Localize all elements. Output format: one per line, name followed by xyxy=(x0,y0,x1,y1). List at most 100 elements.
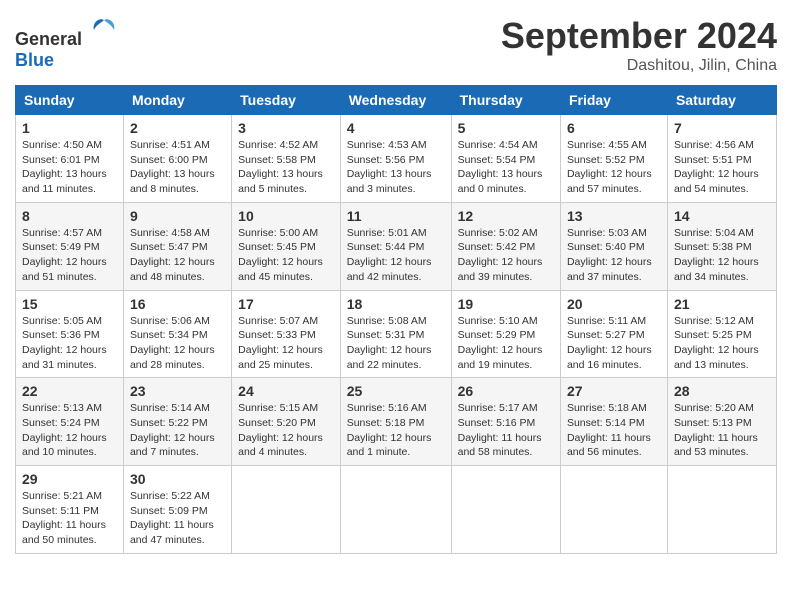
day-number: 19 xyxy=(458,296,554,312)
logo-bird-icon xyxy=(89,15,119,45)
day-number: 17 xyxy=(238,296,334,312)
day-number: 3 xyxy=(238,120,334,136)
day-info: Sunrise: 5:12 AM Sunset: 5:25 PM Dayligh… xyxy=(674,314,770,373)
weekday-header-thursday: Thursday xyxy=(451,86,560,115)
calendar-cell: 6 Sunrise: 4:55 AM Sunset: 5:52 PM Dayli… xyxy=(560,115,667,203)
calendar-cell: 9 Sunrise: 4:58 AM Sunset: 5:47 PM Dayli… xyxy=(123,202,231,290)
page-header: General Blue September 2024 Dashitou, Ji… xyxy=(15,15,777,75)
day-info: Sunrise: 5:06 AM Sunset: 5:34 PM Dayligh… xyxy=(130,314,225,373)
weekday-header-row: SundayMondayTuesdayWednesdayThursdayFrid… xyxy=(16,86,777,115)
calendar-week-2: 8 Sunrise: 4:57 AM Sunset: 5:49 PM Dayli… xyxy=(16,202,777,290)
day-number: 28 xyxy=(674,383,770,399)
day-info: Sunrise: 5:08 AM Sunset: 5:31 PM Dayligh… xyxy=(347,314,445,373)
day-info: Sunrise: 4:58 AM Sunset: 5:47 PM Dayligh… xyxy=(130,226,225,285)
day-info: Sunrise: 4:54 AM Sunset: 5:54 PM Dayligh… xyxy=(458,138,554,197)
title-section: September 2024 Dashitou, Jilin, China xyxy=(501,15,777,75)
calendar-cell xyxy=(560,466,667,554)
day-number: 20 xyxy=(567,296,661,312)
day-info: Sunrise: 4:57 AM Sunset: 5:49 PM Dayligh… xyxy=(22,226,117,285)
day-number: 15 xyxy=(22,296,117,312)
day-number: 26 xyxy=(458,383,554,399)
calendar-table: SundayMondayTuesdayWednesdayThursdayFrid… xyxy=(15,85,777,554)
weekday-header-sunday: Sunday xyxy=(16,86,124,115)
day-number: 23 xyxy=(130,383,225,399)
day-info: Sunrise: 5:03 AM Sunset: 5:40 PM Dayligh… xyxy=(567,226,661,285)
weekday-header-saturday: Saturday xyxy=(667,86,776,115)
day-info: Sunrise: 4:56 AM Sunset: 5:51 PM Dayligh… xyxy=(674,138,770,197)
day-number: 2 xyxy=(130,120,225,136)
day-info: Sunrise: 4:50 AM Sunset: 6:01 PM Dayligh… xyxy=(22,138,117,197)
day-number: 21 xyxy=(674,296,770,312)
calendar-cell: 25 Sunrise: 5:16 AM Sunset: 5:18 PM Dayl… xyxy=(340,378,451,466)
calendar-cell xyxy=(340,466,451,554)
logo-text: General Blue xyxy=(15,15,119,71)
day-info: Sunrise: 5:07 AM Sunset: 5:33 PM Dayligh… xyxy=(238,314,334,373)
calendar-cell: 7 Sunrise: 4:56 AM Sunset: 5:51 PM Dayli… xyxy=(667,115,776,203)
day-info: Sunrise: 5:20 AM Sunset: 5:13 PM Dayligh… xyxy=(674,401,770,460)
logo-general: General xyxy=(15,29,82,49)
day-info: Sunrise: 5:01 AM Sunset: 5:44 PM Dayligh… xyxy=(347,226,445,285)
calendar-week-1: 1 Sunrise: 4:50 AM Sunset: 6:01 PM Dayli… xyxy=(16,115,777,203)
calendar-cell: 27 Sunrise: 5:18 AM Sunset: 5:14 PM Dayl… xyxy=(560,378,667,466)
weekday-header-wednesday: Wednesday xyxy=(340,86,451,115)
day-number: 9 xyxy=(130,208,225,224)
day-info: Sunrise: 5:17 AM Sunset: 5:16 PM Dayligh… xyxy=(458,401,554,460)
day-number: 6 xyxy=(567,120,661,136)
day-info: Sunrise: 5:02 AM Sunset: 5:42 PM Dayligh… xyxy=(458,226,554,285)
day-info: Sunrise: 5:05 AM Sunset: 5:36 PM Dayligh… xyxy=(22,314,117,373)
calendar-cell: 16 Sunrise: 5:06 AM Sunset: 5:34 PM Dayl… xyxy=(123,290,231,378)
day-number: 4 xyxy=(347,120,445,136)
calendar-cell: 13 Sunrise: 5:03 AM Sunset: 5:40 PM Dayl… xyxy=(560,202,667,290)
day-info: Sunrise: 5:22 AM Sunset: 5:09 PM Dayligh… xyxy=(130,489,225,548)
month-title: September 2024 xyxy=(501,15,777,57)
calendar-cell: 17 Sunrise: 5:07 AM Sunset: 5:33 PM Dayl… xyxy=(232,290,341,378)
calendar-cell: 4 Sunrise: 4:53 AM Sunset: 5:56 PM Dayli… xyxy=(340,115,451,203)
day-number: 14 xyxy=(674,208,770,224)
day-number: 24 xyxy=(238,383,334,399)
day-info: Sunrise: 5:04 AM Sunset: 5:38 PM Dayligh… xyxy=(674,226,770,285)
day-number: 22 xyxy=(22,383,117,399)
calendar-week-3: 15 Sunrise: 5:05 AM Sunset: 5:36 PM Dayl… xyxy=(16,290,777,378)
logo: General Blue xyxy=(15,15,119,71)
day-info: Sunrise: 5:18 AM Sunset: 5:14 PM Dayligh… xyxy=(567,401,661,460)
calendar-cell: 10 Sunrise: 5:00 AM Sunset: 5:45 PM Dayl… xyxy=(232,202,341,290)
day-info: Sunrise: 5:10 AM Sunset: 5:29 PM Dayligh… xyxy=(458,314,554,373)
day-number: 5 xyxy=(458,120,554,136)
calendar-cell: 21 Sunrise: 5:12 AM Sunset: 5:25 PM Dayl… xyxy=(667,290,776,378)
day-number: 10 xyxy=(238,208,334,224)
day-number: 13 xyxy=(567,208,661,224)
day-number: 25 xyxy=(347,383,445,399)
day-number: 8 xyxy=(22,208,117,224)
day-info: Sunrise: 5:00 AM Sunset: 5:45 PM Dayligh… xyxy=(238,226,334,285)
calendar-week-4: 22 Sunrise: 5:13 AM Sunset: 5:24 PM Dayl… xyxy=(16,378,777,466)
weekday-header-tuesday: Tuesday xyxy=(232,86,341,115)
calendar-cell: 24 Sunrise: 5:15 AM Sunset: 5:20 PM Dayl… xyxy=(232,378,341,466)
day-number: 11 xyxy=(347,208,445,224)
calendar-cell: 14 Sunrise: 5:04 AM Sunset: 5:38 PM Dayl… xyxy=(667,202,776,290)
day-number: 27 xyxy=(567,383,661,399)
day-info: Sunrise: 4:55 AM Sunset: 5:52 PM Dayligh… xyxy=(567,138,661,197)
calendar-cell xyxy=(232,466,341,554)
calendar-cell: 18 Sunrise: 5:08 AM Sunset: 5:31 PM Dayl… xyxy=(340,290,451,378)
calendar-cell: 23 Sunrise: 5:14 AM Sunset: 5:22 PM Dayl… xyxy=(123,378,231,466)
day-info: Sunrise: 4:53 AM Sunset: 5:56 PM Dayligh… xyxy=(347,138,445,197)
calendar-cell: 3 Sunrise: 4:52 AM Sunset: 5:58 PM Dayli… xyxy=(232,115,341,203)
day-info: Sunrise: 5:13 AM Sunset: 5:24 PM Dayligh… xyxy=(22,401,117,460)
day-number: 30 xyxy=(130,471,225,487)
day-number: 29 xyxy=(22,471,117,487)
day-number: 16 xyxy=(130,296,225,312)
logo-blue: Blue xyxy=(15,50,54,70)
calendar-cell: 12 Sunrise: 5:02 AM Sunset: 5:42 PM Dayl… xyxy=(451,202,560,290)
calendar-week-5: 29 Sunrise: 5:21 AM Sunset: 5:11 PM Dayl… xyxy=(16,466,777,554)
location: Dashitou, Jilin, China xyxy=(501,57,777,75)
day-info: Sunrise: 4:51 AM Sunset: 6:00 PM Dayligh… xyxy=(130,138,225,197)
day-number: 12 xyxy=(458,208,554,224)
day-info: Sunrise: 4:52 AM Sunset: 5:58 PM Dayligh… xyxy=(238,138,334,197)
day-info: Sunrise: 5:16 AM Sunset: 5:18 PM Dayligh… xyxy=(347,401,445,460)
calendar-cell: 1 Sunrise: 4:50 AM Sunset: 6:01 PM Dayli… xyxy=(16,115,124,203)
calendar-cell: 8 Sunrise: 4:57 AM Sunset: 5:49 PM Dayli… xyxy=(16,202,124,290)
calendar-cell xyxy=(667,466,776,554)
day-number: 18 xyxy=(347,296,445,312)
calendar-cell: 28 Sunrise: 5:20 AM Sunset: 5:13 PM Dayl… xyxy=(667,378,776,466)
calendar-cell: 26 Sunrise: 5:17 AM Sunset: 5:16 PM Dayl… xyxy=(451,378,560,466)
